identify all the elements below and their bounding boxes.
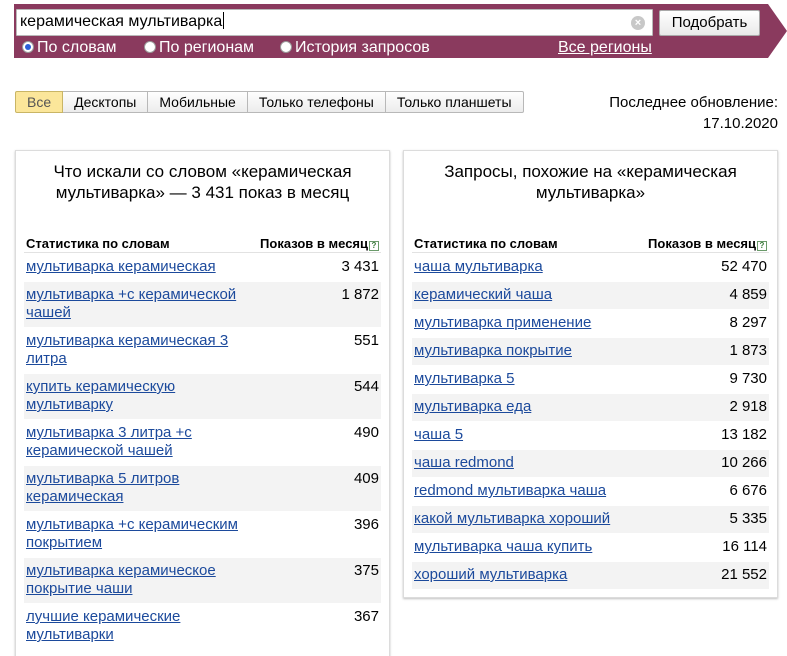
table-row: redmond мультиварка чаша 6 676 <box>412 478 769 506</box>
table-row: чаша redmond 10 266 <box>412 450 769 478</box>
column-header-shows: Показов в месяц? <box>260 236 379 252</box>
shows-count: 490 <box>353 424 379 441</box>
device-tabs: Все Десктопы Мобильные Только телефоны Т… <box>15 91 524 113</box>
table-row: мультиварка 3 литра +с керамической чаше… <box>24 420 381 466</box>
last-update-label: Последнее обновление: <box>609 94 778 111</box>
keyword-link[interactable]: мультиварка покрытие <box>412 338 672 365</box>
keyword-link[interactable]: мультиварка керамическая <box>24 254 239 281</box>
search-header: керамическая мультиварка × Подобрать По … <box>0 0 787 60</box>
keyword-link[interactable]: мультиварка чаша купить <box>412 534 672 561</box>
table-row: мультиварка +с керамическим покрытием 396 <box>24 512 381 558</box>
shows-count: 16 114 <box>722 538 767 555</box>
text-caret <box>223 12 225 29</box>
keyword-link[interactable]: redmond мультиварка чаша <box>412 478 672 505</box>
shows-count: 396 <box>353 516 379 533</box>
keyword-link[interactable]: мультиварка керамическая 3 литра <box>24 328 239 373</box>
table-row: мультиварка керамическая 3 литра 551 <box>24 328 381 374</box>
table-row: какой мультиварка хороший 5 335 <box>412 506 769 534</box>
table-row: хороший мультиварка 21 552 <box>412 562 769 590</box>
clear-icon[interactable]: × <box>631 16 645 30</box>
keyword-link[interactable]: купить керамическую мультиварку <box>24 374 239 419</box>
shows-count: 6 676 <box>729 482 767 499</box>
radio-by-words[interactable]: По словам <box>22 38 116 58</box>
keyword-link[interactable]: чаша redmond <box>412 450 672 477</box>
radio-by-regions[interactable]: По регионам <box>144 38 254 58</box>
column-header-words: Статистика по словам <box>26 236 170 251</box>
table-row: керамический чаша 4 859 <box>412 282 769 310</box>
shows-count: 5 335 <box>729 510 767 527</box>
shows-count: 375 <box>353 562 379 579</box>
keyword-link[interactable]: мультиварка 3 литра +с керамической чаше… <box>24 420 239 465</box>
tab-all[interactable]: Все <box>15 91 64 113</box>
shows-count: 9 730 <box>729 370 767 387</box>
shows-count: 52 470 <box>721 258 767 275</box>
header-divider <box>412 252 769 253</box>
column-header-words: Статистика по словам <box>414 236 558 251</box>
keyword-link[interactable]: мультиварка +с керамической чашей <box>24 282 239 327</box>
radio-off-icon <box>280 41 292 53</box>
shows-count: 367 <box>353 608 379 625</box>
keyword-link[interactable]: лучшие керамические мультиварки <box>24 604 239 649</box>
radio-history[interactable]: История запросов <box>280 38 430 58</box>
table-row: мультиварка покрытие 1 873 <box>412 338 769 366</box>
table-row: мультиварка 5 9 730 <box>412 366 769 394</box>
header-divider <box>24 252 381 253</box>
search-query-text[interactable]: керамическая мультиварка <box>20 11 225 33</box>
keyword-link[interactable]: чаша мультиварка <box>412 254 672 281</box>
table-row: мультиварка 5 литров керамическая 409 <box>24 466 381 512</box>
keyword-link[interactable]: мультиварка применение <box>412 310 672 337</box>
keyword-list: мультиварка керамическая 3 431 мультиварка… <box>24 254 381 650</box>
last-update-date: 17.10.2020 <box>702 115 778 132</box>
pick-button[interactable]: Подобрать <box>659 10 760 36</box>
help-icon[interactable]: ? <box>757 241 767 251</box>
table-row: мультиварка применение 8 297 <box>412 310 769 338</box>
tab-tablets-only[interactable]: Только планшеты <box>385 91 524 113</box>
table-row: мультиварка чаша купить 16 114 <box>412 534 769 562</box>
table-row: мультиварка еда 2 918 <box>412 394 769 422</box>
table-row: мультиварка керамическая 3 431 <box>24 254 381 282</box>
searched-with-word-panel: Что искали со словом «керамическая мульт… <box>15 150 390 656</box>
table-row: купить керамическую мультиварку 544 <box>24 374 381 420</box>
table-row: мультиварка +с керамической чашей 1 872 <box>24 282 381 328</box>
tab-phones-only[interactable]: Только телефоны <box>247 91 386 113</box>
radio-on-icon <box>22 41 34 53</box>
shows-count: 4 859 <box>729 286 767 303</box>
shows-count: 13 182 <box>721 426 767 443</box>
shows-count: 1 873 <box>729 342 767 359</box>
shows-count: 2 918 <box>729 398 767 415</box>
shows-count: 10 266 <box>721 454 767 471</box>
shows-count: 544 <box>353 378 379 395</box>
keyword-link[interactable]: мультиварка +с керамическим покрытием <box>24 512 239 557</box>
shows-count: 8 297 <box>729 314 767 331</box>
shows-count: 1 872 <box>341 286 379 303</box>
keyword-link[interactable]: мультиварка 5 литров керамическая <box>24 466 239 511</box>
shows-count: 409 <box>353 470 379 487</box>
all-regions-link[interactable]: Все регионы <box>558 38 652 58</box>
keyword-link[interactable]: хороший мультиварка <box>412 562 672 589</box>
keyword-link[interactable]: мультиварка 5 <box>412 366 672 393</box>
keyword-list: чаша мультиварка 52 470 керамический чаша 4… <box>412 254 769 590</box>
shows-count: 551 <box>353 332 379 349</box>
table-row: чаша мультиварка 52 470 <box>412 254 769 282</box>
column-header-shows: Показов в месяц? <box>648 236 767 252</box>
keyword-link[interactable]: какой мультиварка хороший <box>412 506 672 533</box>
shows-count: 3 431 <box>341 258 379 275</box>
tab-desktops[interactable]: Десктопы <box>63 91 149 113</box>
similar-queries-panel: Запросы, похожие на «керамическая мульти… <box>403 150 778 598</box>
panel-title: Запросы, похожие на «керамическая мульти… <box>444 162 737 202</box>
keyword-link[interactable]: мультиварка еда <box>412 394 672 421</box>
help-icon[interactable]: ? <box>369 241 379 251</box>
keyword-link[interactable]: мультиварка керамическое покрытие чаши <box>24 558 239 603</box>
keyword-link[interactable]: чаша 5 <box>412 422 672 449</box>
table-row: чаша 5 13 182 <box>412 422 769 450</box>
keyword-link[interactable]: керамический чаша <box>412 282 672 309</box>
panel-title: Что искали со словом «керамическая мульт… <box>53 162 352 202</box>
radio-off-icon <box>144 41 156 53</box>
tab-mobile[interactable]: Мобильные <box>148 91 248 113</box>
table-row: мультиварка керамическое покрытие чаши 37… <box>24 558 381 604</box>
table-row: лучшие керамические мультиварки 367 <box>24 604 381 650</box>
shows-count: 21 552 <box>721 566 767 583</box>
